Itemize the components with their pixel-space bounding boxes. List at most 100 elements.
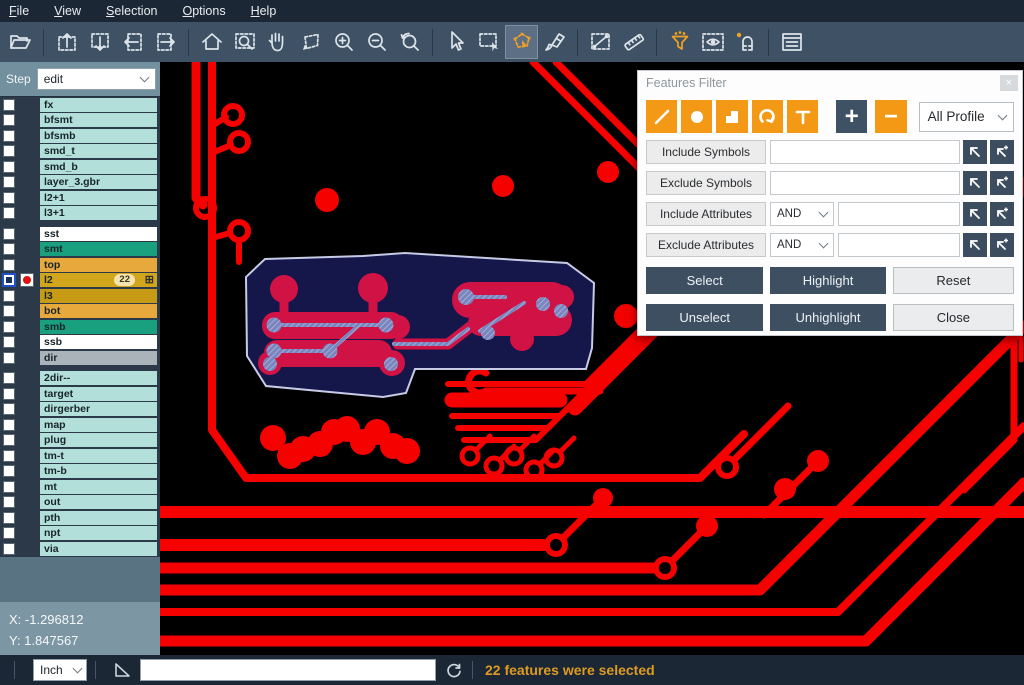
layer-visibility-checkbox[interactable] <box>3 434 15 446</box>
zoom-previous-button[interactable] <box>393 25 426 59</box>
layer-name[interactable]: dir <box>40 351 157 365</box>
layer-visibility-checkbox[interactable] <box>3 336 15 348</box>
step-select[interactable]: edit <box>37 68 156 90</box>
pan-hand-button[interactable] <box>261 25 294 59</box>
menu-help[interactable]: Help <box>251 4 277 18</box>
layer-visibility-checkbox[interactable] <box>3 543 15 555</box>
layer-visibility-checkbox[interactable] <box>3 176 15 188</box>
ruler-button[interactable] <box>617 25 650 59</box>
layer-visibility-checkbox[interactable] <box>3 305 15 317</box>
layer-name[interactable]: l3+1 <box>40 206 157 220</box>
menu-selection[interactable]: Selection <box>106 4 157 18</box>
layer-visibility-checkbox[interactable] <box>3 321 15 333</box>
view-options-button[interactable] <box>696 25 729 59</box>
layer-name[interactable]: layer_3.gbr <box>40 175 157 189</box>
zoom-dynamic-button[interactable] <box>294 25 327 59</box>
layers-panel-button[interactable] <box>775 25 808 59</box>
layer-name[interactable]: smt <box>40 242 157 256</box>
layer-name[interactable]: tm-t <box>40 449 157 463</box>
layer-name[interactable]: sst <box>40 227 157 241</box>
layer-name[interactable]: dirgerber <box>40 402 157 416</box>
layer-visibility-checkbox[interactable] <box>3 496 15 508</box>
pick-attribute-button[interactable] <box>963 202 987 226</box>
select-button[interactable]: Select <box>646 267 763 294</box>
layer-visibility-checkbox[interactable] <box>3 352 15 364</box>
pick-attribute-button[interactable] <box>963 233 987 257</box>
pick-add-attribute-button[interactable] <box>990 233 1014 257</box>
zoom-in-button[interactable] <box>327 25 360 59</box>
layer-visibility-checkbox[interactable] <box>3 481 15 493</box>
exclude-symbols-input[interactable] <box>770 171 960 195</box>
layer-name[interactable]: mt <box>40 480 157 494</box>
filter-surface-button[interactable] <box>716 100 747 133</box>
layer-visibility-checkbox[interactable] <box>3 228 15 240</box>
filter-add-button[interactable]: + <box>836 100 867 133</box>
layer-name[interactable]: out <box>40 495 157 509</box>
snap-button[interactable] <box>729 25 762 59</box>
exclude-attributes-button[interactable]: Exclude Attributes <box>646 233 766 257</box>
layer-visibility-checkbox[interactable] <box>3 114 15 126</box>
layer-visibility-checkbox[interactable] <box>3 388 15 400</box>
layer-name[interactable]: fx <box>40 98 157 112</box>
layer-visibility-checkbox[interactable] <box>3 243 15 255</box>
layer-visibility-checkbox[interactable] <box>3 259 15 271</box>
layer-name[interactable]: ssb <box>40 335 157 349</box>
layer-name[interactable]: smb <box>40 320 157 334</box>
features-filter-button[interactable] <box>663 25 696 59</box>
pick-symbol-button[interactable] <box>963 140 987 164</box>
layer-name[interactable]: l3 <box>40 289 157 303</box>
pick-symbol-button[interactable] <box>963 171 987 195</box>
filter-pad-button[interactable] <box>681 100 712 133</box>
close-button[interactable]: Close <box>893 304 1014 331</box>
menu-view[interactable]: View <box>54 4 81 18</box>
select-cursor-button[interactable] <box>439 25 472 59</box>
exclude-attributes-operator-select[interactable]: AND <box>770 233 834 257</box>
profile-select[interactable]: All Profile <box>919 102 1014 132</box>
layer-visibility-checkbox[interactable] <box>3 161 15 173</box>
layer-visibility-checkbox[interactable] <box>3 465 15 477</box>
zoom-out-button[interactable] <box>360 25 393 59</box>
dialog-title[interactable]: Features Filter <box>638 71 1022 95</box>
exclude-symbols-button[interactable]: Exclude Symbols <box>646 171 766 195</box>
layer-name[interactable]: bfsmt <box>40 113 157 127</box>
include-attributes-operator-select[interactable]: AND <box>770 202 834 226</box>
layer-name[interactable]: l2+1 <box>40 191 157 205</box>
layer-name[interactable]: l2 22 ⊞ <box>40 273 157 287</box>
layer-name[interactable]: tm-b <box>40 464 157 478</box>
dialog-close-button[interactable]: × <box>1000 75 1018 91</box>
unhighlight-button[interactable]: Unhighlight <box>770 304 885 331</box>
layer-name[interactable]: pth <box>40 511 157 525</box>
layer-name[interactable]: smd_t <box>40 144 157 158</box>
menu-options[interactable]: Options <box>182 4 225 18</box>
reset-button[interactable]: Reset <box>893 267 1014 294</box>
layer-visibility-checkbox[interactable] <box>3 207 15 219</box>
layer-visibility-checkbox[interactable] <box>3 192 15 204</box>
pan-up-button[interactable] <box>50 25 83 59</box>
include-symbols-input[interactable] <box>770 140 960 164</box>
include-attributes-button[interactable]: Include Attributes <box>646 202 766 226</box>
layer-visibility-checkbox[interactable] <box>3 130 15 142</box>
highlight-button[interactable]: Highlight <box>770 267 885 294</box>
layer-name[interactable]: map <box>40 418 157 432</box>
pan-right-button[interactable] <box>149 25 182 59</box>
rectangle-select-button[interactable] <box>472 25 505 59</box>
unselect-button[interactable]: Unselect <box>646 304 763 331</box>
open-button[interactable] <box>4 25 37 59</box>
polygon-select-button[interactable] <box>505 25 538 59</box>
pick-add-attribute-button[interactable] <box>990 202 1014 226</box>
refresh-button[interactable] <box>444 660 464 680</box>
include-symbols-button[interactable]: Include Symbols <box>646 140 766 164</box>
pan-down-button[interactable] <box>83 25 116 59</box>
active-layer-indicator[interactable] <box>20 273 34 287</box>
layer-name[interactable]: plug <box>40 433 157 447</box>
layer-visibility-checkbox[interactable] <box>3 403 15 415</box>
layer-name[interactable]: bfsmb <box>40 129 157 143</box>
layer-visibility-checkbox[interactable] <box>3 145 15 157</box>
layer-visibility-checkbox[interactable] <box>3 372 15 384</box>
command-input[interactable] <box>140 659 436 681</box>
layer-name[interactable]: top <box>40 258 157 272</box>
layer-visibility-checkbox[interactable] <box>3 419 15 431</box>
layer-visibility-checkbox[interactable] <box>3 99 15 111</box>
layer-visibility-checkbox[interactable] <box>3 527 15 539</box>
layer-name[interactable]: via <box>40 542 157 556</box>
